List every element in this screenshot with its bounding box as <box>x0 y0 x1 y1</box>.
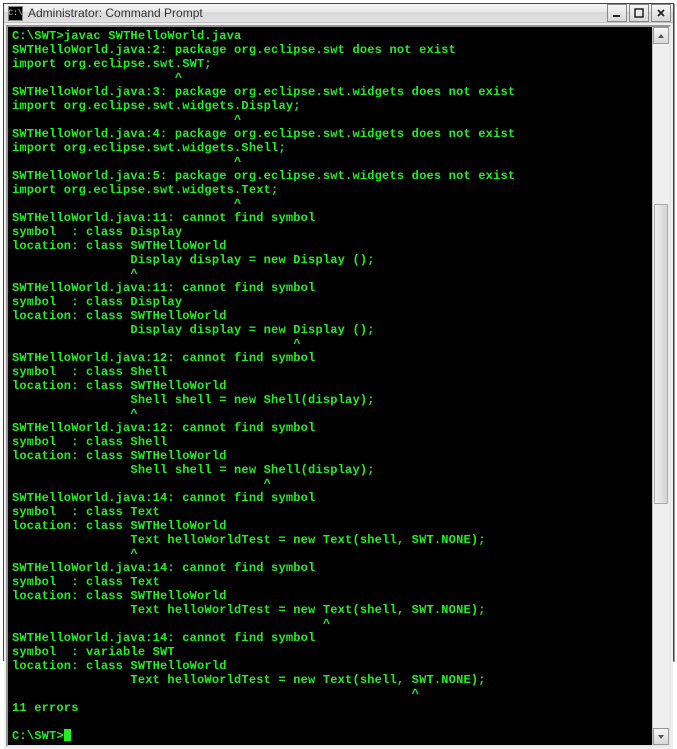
output-line: ^ <box>12 337 301 351</box>
minimize-button[interactable] <box>607 4 627 22</box>
window-title: Administrator: Command Prompt <box>28 6 607 20</box>
output-line: location: class SWTHelloWorld <box>12 239 227 253</box>
output-line: ^ <box>12 547 138 561</box>
scroll-up-button[interactable] <box>653 27 669 44</box>
output-line: Shell shell = new Shell(display); <box>12 393 375 407</box>
output-line: import org.eclipse.swt.widgets.Shell; <box>12 141 286 155</box>
output-line: ^ <box>12 197 241 211</box>
output-line: symbol : class Shell <box>12 365 167 379</box>
output-line: SWTHelloWorld.java:5: package org.eclips… <box>12 169 515 183</box>
output-line: symbol : class Text <box>12 575 160 589</box>
close-button[interactable] <box>651 4 671 22</box>
output-line: import org.eclipse.swt.widgets.Text; <box>12 183 278 197</box>
output-line: Text helloWorldTest = new Text(shell, SW… <box>12 603 486 617</box>
window-titlebar[interactable]: C:\ Administrator: Command Prompt <box>4 4 673 23</box>
scrollbar-track[interactable] <box>653 44 669 728</box>
maximize-button[interactable] <box>629 4 649 22</box>
output-line: location: class SWTHelloWorld <box>12 379 227 393</box>
output-line: ^ <box>12 687 419 701</box>
output-line: SWTHelloWorld.java:14: cannot find symbo… <box>12 491 315 505</box>
output-line: C:\SWT>javac SWTHelloWorld.java <box>12 29 241 43</box>
output-line: SWTHelloWorld.java:2: package org.eclips… <box>12 43 456 57</box>
cmd-icon: C:\ <box>8 6 23 21</box>
output-line: symbol : class Display <box>12 295 182 309</box>
output-line: location: class SWTHelloWorld <box>12 449 227 463</box>
output-line: ^ <box>12 407 138 421</box>
output-line: Text helloWorldTest = new Text(shell, SW… <box>12 673 486 687</box>
output-line: symbol : class Text <box>12 505 160 519</box>
output-line: ^ <box>12 267 138 281</box>
output-line: 11 errors <box>12 701 79 715</box>
output-line: SWTHelloWorld.java:14: cannot find symbo… <box>12 631 315 645</box>
output-line: ^ <box>12 113 241 127</box>
console-output[interactable]: C:\SWT>javac SWTHelloWorld.java SWTHello… <box>8 27 652 745</box>
output-line: ^ <box>12 617 330 631</box>
output-line: Display display = new Display (); <box>12 323 375 337</box>
scroll-down-button[interactable] <box>653 728 669 745</box>
output-line: SWTHelloWorld.java:12: cannot find symbo… <box>12 421 315 435</box>
output-line: location: class SWTHelloWorld <box>12 589 227 603</box>
console-container: C:\SWT>javac SWTHelloWorld.java SWTHello… <box>6 25 671 747</box>
command-prompt-window: C:\ Administrator: Command Prompt C:\SWT… <box>3 3 674 661</box>
output-line: import org.eclipse.swt.widgets.Display; <box>12 99 301 113</box>
text-cursor <box>64 729 71 741</box>
output-line: Text helloWorldTest = new Text(shell, SW… <box>12 533 486 547</box>
output-line: SWTHelloWorld.java:11: cannot find symbo… <box>12 211 315 225</box>
output-line: Display display = new Display (); <box>12 253 375 267</box>
output-line: import org.eclipse.swt.SWT; <box>12 57 212 71</box>
output-line: symbol : class Shell <box>12 435 167 449</box>
output-line: SWTHelloWorld.java:14: cannot find symbo… <box>12 561 315 575</box>
output-line: symbol : variable SWT <box>12 645 175 659</box>
client-area: C:\SWT>javac SWTHelloWorld.java SWTHello… <box>4 23 673 749</box>
output-line: SWTHelloWorld.java:3: package org.eclips… <box>12 85 515 99</box>
output-line: Shell shell = new Shell(display); <box>12 463 375 477</box>
scrollbar-thumb[interactable] <box>654 204 668 504</box>
output-line: SWTHelloWorld.java:4: package org.eclips… <box>12 127 515 141</box>
output-line: ^ <box>12 71 182 85</box>
output-line: ^ <box>12 477 271 491</box>
output-line: SWTHelloWorld.java:12: cannot find symbo… <box>12 351 315 365</box>
window-controls <box>607 4 671 22</box>
output-line: SWTHelloWorld.java:11: cannot find symbo… <box>12 281 315 295</box>
vertical-scrollbar[interactable] <box>652 27 669 745</box>
output-line: symbol : class Display <box>12 225 182 239</box>
output-line: location: class SWTHelloWorld <box>12 519 227 533</box>
output-line: location: class SWTHelloWorld <box>12 309 227 323</box>
output-line: location: class SWTHelloWorld <box>12 659 227 673</box>
output-line: ^ <box>12 155 241 169</box>
prompt-line: C:\SWT> <box>12 729 64 743</box>
